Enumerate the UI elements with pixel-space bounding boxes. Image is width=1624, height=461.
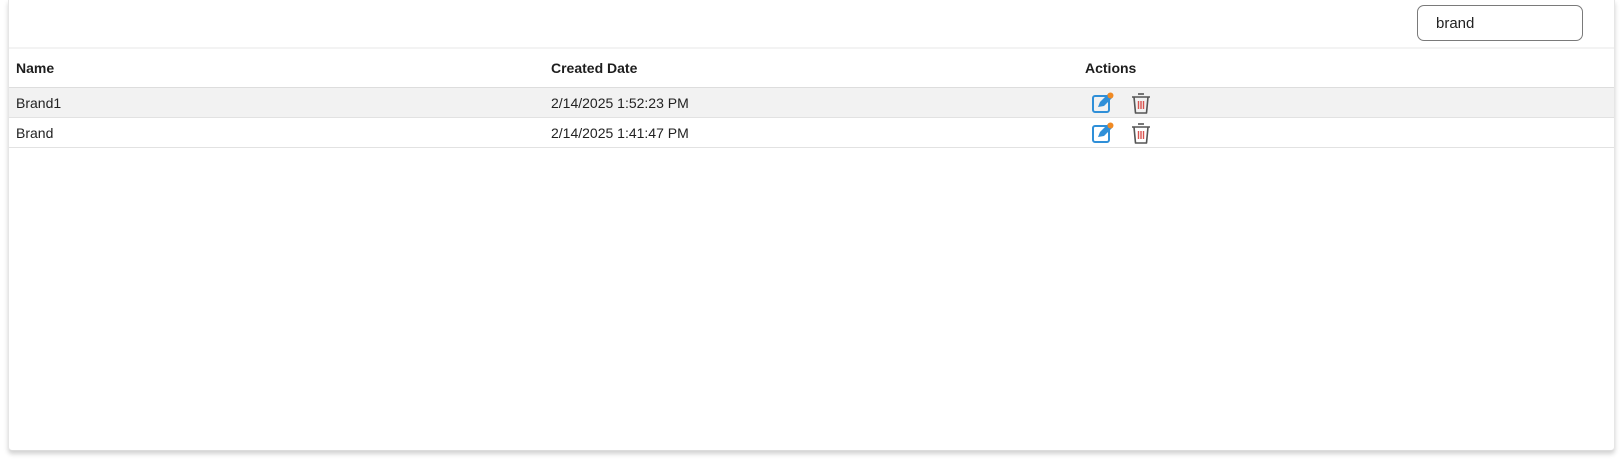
row-actions [1091, 88, 1153, 117]
trash-icon[interactable] [1129, 91, 1153, 115]
row-name: Brand1 [16, 94, 62, 111]
search-input[interactable] [1417, 5, 1583, 41]
brands-table: Name Created Date Actions Brand1 2/14/20… [9, 49, 1614, 148]
edit-icon[interactable] [1091, 121, 1115, 145]
column-header-actions: Actions [1085, 60, 1137, 76]
row-name: Brand [16, 124, 54, 141]
brands-panel: Name Created Date Actions Brand1 2/14/20… [8, 0, 1615, 451]
column-header-created-date[interactable]: Created Date [551, 49, 637, 87]
table-row[interactable]: Brand1 2/14/2025 1:52:23 PM [9, 88, 1614, 118]
row-created-date: 2/14/2025 1:52:23 PM [551, 94, 689, 111]
edit-icon[interactable] [1091, 91, 1115, 115]
column-header-name[interactable]: Name [16, 49, 54, 87]
row-created-date: 2/14/2025 1:41:47 PM [551, 124, 689, 141]
table-header-row: Name Created Date Actions [9, 49, 1614, 88]
trash-icon[interactable] [1129, 121, 1153, 145]
row-actions [1091, 118, 1153, 147]
table-row[interactable]: Brand 2/14/2025 1:41:47 PM [9, 118, 1614, 148]
